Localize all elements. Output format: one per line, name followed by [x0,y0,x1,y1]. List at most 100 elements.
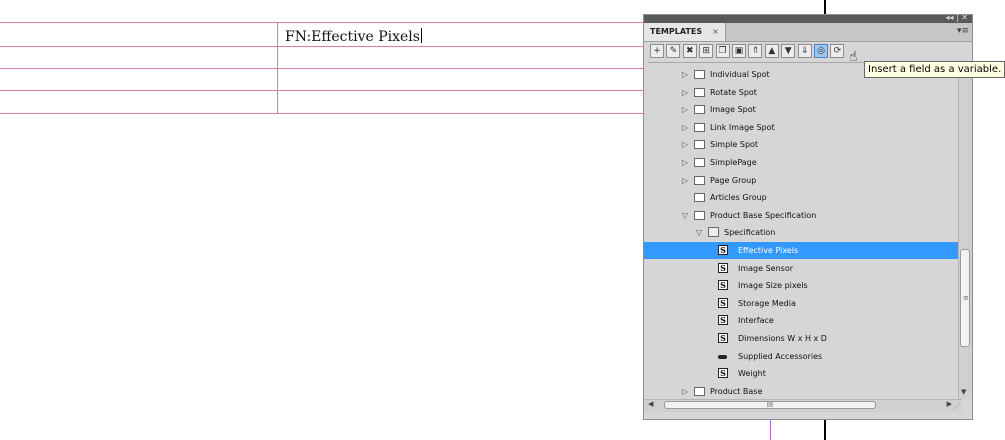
tree-item[interactable]: S Image Size pixels [644,277,958,294]
template-box-icon [694,105,705,115]
table-column-divider [277,22,278,114]
template-box-icon [694,175,705,185]
vertical-scroll-grip: ≡ [963,294,969,302]
insert-variable-icon[interactable]: ◎ [814,44,828,58]
scroll-down-arrow-icon[interactable]: ▼ [961,388,966,396]
tree-item[interactable]: S Effective Pixels [644,242,958,259]
tree-item[interactable]: ▽ Product Base Specification [644,207,958,224]
tooltip: Insert a field as a variable. [864,61,1005,78]
panel-menu-icon[interactable]: ▾≡ [957,26,969,36]
scroll-left-arrow-icon[interactable]: ◀ [648,400,653,408]
tree-item[interactable]: ▷ Link Image Spot [644,119,958,136]
field-s-icon: S [718,315,728,326]
tree-item-label: SimplePage [710,158,757,167]
move-bottom-icon[interactable]: ⇓ [797,44,812,58]
table-line-row2 [0,68,643,69]
vertical-scroll-thumb[interactable]: ≡ [960,249,970,347]
tree-item-label: Image Spot [710,105,756,115]
panel-title-bar[interactable]: ◂◂ | ✕ [644,13,972,23]
edit-icon[interactable]: ✎ [666,44,681,58]
template-box-icon [694,386,705,396]
tab-templates[interactable]: TEMPLATES × [644,23,726,41]
expand-arrow-icon[interactable]: ▷ [680,119,690,136]
tree-item-label: Individual Spot [710,70,770,79]
panel-tab-row: TEMPLATES × ▾≡ [644,23,972,42]
tree-item[interactable]: S Weight [644,365,958,382]
resize-grip-icon[interactable]: ⋰ [953,403,961,411]
tree-item[interactable]: ▷ Rotate Spot [644,84,958,101]
margin-guide-top [824,0,826,14]
duplicate-icon[interactable]: ❐ [715,44,730,58]
tree-item-label: Page Group [710,175,757,185]
tree-item[interactable]: ▽ Specification [644,224,958,241]
scroll-right-arrow-icon[interactable]: ▶ [947,400,952,408]
delete-icon[interactable]: ✖ [682,44,697,58]
move-up-icon[interactable]: ▲ [764,44,779,58]
collapse-arrow-icon[interactable]: ▽ [694,224,704,241]
horizontal-scroll-grip: III [766,401,774,409]
expand-arrow-icon[interactable]: ▷ [680,154,690,171]
vertical-scrollbar[interactable]: ≡ ▼ [958,66,972,399]
tree-item-label: Link Image Spot [710,122,775,132]
expand-arrow-icon[interactable]: ▷ [680,66,690,83]
tree-item[interactable]: S Storage Media [644,295,958,312]
tree-item[interactable]: S Image Sensor [644,260,958,277]
new-group-icon[interactable]: ⊞ [699,44,714,58]
expand-arrow-icon[interactable]: ▷ [680,101,690,118]
expand-arrow-icon[interactable]: ▷ [680,383,690,399]
move-top-icon[interactable]: ⇑ [748,44,763,58]
horizontal-scroll-thumb[interactable]: III [664,401,876,409]
template-box-icon [694,70,705,79]
tree-item-label: Storage Media [738,298,796,308]
template-box-icon [694,122,705,132]
tree-item[interactable]: ▷ Page Group [644,172,958,189]
field-s-icon: S [718,262,728,273]
add-icon[interactable]: + [650,44,664,58]
tree-item[interactable]: Supplied Accessories [644,348,958,365]
table-line-row3 [0,90,643,91]
margin-guide-bottom [824,420,826,440]
tree-item[interactable]: ▷ SimplePage [644,154,958,171]
tree-item-label: Rotate Spot [710,87,757,97]
template-box-icon [694,87,705,97]
tree-item-label: Interface [738,316,774,326]
tree-item[interactable]: ▷ Product Base [644,383,958,399]
panel-collapse-close-controls[interactable]: ◂◂ | ✕ [945,13,968,22]
field-s-icon: S [718,280,728,291]
tree-item[interactable]: Articles Group [644,189,958,206]
table-line-row1 [0,46,643,47]
tree-item-label: Specification [724,228,776,238]
horizontal-scrollbar[interactable]: ◀ III ▶ ⋰ [644,399,962,412]
templates-tree: ▷ Individual Spot ▷ Rotate Spot ▷ Image Spot ▷… [644,66,958,399]
tree-item-label: Simple Spot [710,140,759,150]
tree-item[interactable]: S Interface [644,312,958,329]
table-line-top [0,22,643,23]
tab-close-icon[interactable]: × [712,27,719,36]
tab-templates-label: TEMPLATES [650,27,703,36]
field-variable-text[interactable]: FN:Effective Pixels [285,29,420,45]
tree-item-label: Image Size pixels [738,281,808,291]
expand-arrow-icon[interactable]: ▷ [680,172,690,189]
table-line-bottom [0,113,643,114]
expand-arrow-icon[interactable]: ▷ [680,84,690,101]
tree-item-label: Weight [738,369,766,379]
tree-item[interactable]: ▷ Image Spot [644,101,958,118]
folder-icon [708,227,719,238]
collapse-arrow-icon[interactable]: ▽ [680,207,690,224]
hand-cursor-icon: ☝ [849,49,858,65]
template-box-icon [694,193,705,203]
tree-item-label: Image Sensor [738,263,794,273]
field-s-icon: S [718,297,728,308]
tree-item-label: Effective Pixels [738,246,799,255]
field-pill-icon [718,354,727,359]
table-cell-text[interactable]: FN:Effective Pixels [285,28,422,45]
expand-arrow-icon[interactable]: ▷ [680,136,690,153]
tree-item[interactable]: ▷ Simple Spot [644,136,958,153]
refresh-icon[interactable]: ⟳ [830,44,845,58]
move-down-icon[interactable]: ▼ [781,44,796,58]
tree-item[interactable]: S Dimensions W x H x D [644,330,958,347]
field-s-icon: S [718,368,728,379]
tree-item-label: Articles Group [710,193,767,203]
field-s-icon: S [718,245,728,255]
properties-icon[interactable]: ▣ [732,44,746,58]
